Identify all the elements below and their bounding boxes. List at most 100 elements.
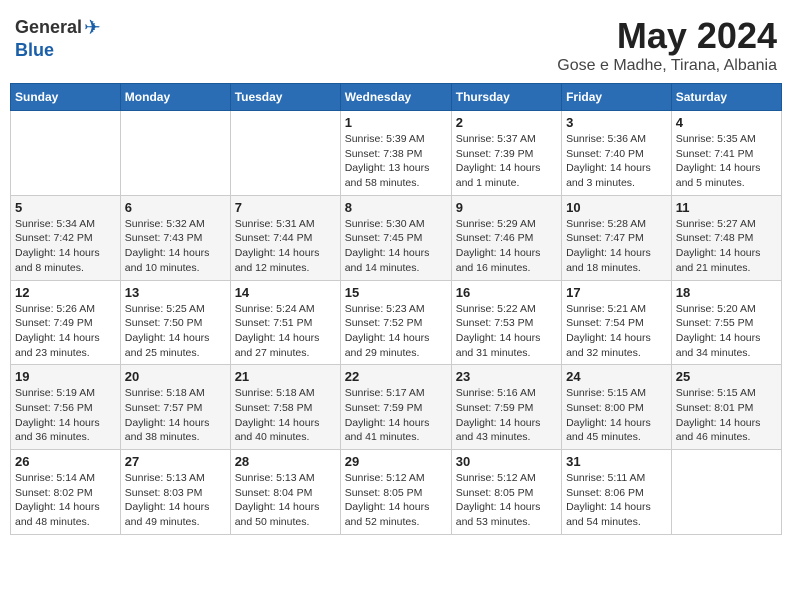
day-number: 16 bbox=[456, 285, 557, 300]
day-info-text: Sunrise: 5:28 AMSunset: 7:47 PMDaylight:… bbox=[566, 217, 667, 276]
day-info-text: Sunrise: 5:25 AMSunset: 7:50 PMDaylight:… bbox=[125, 302, 226, 361]
day-info-text: Sunrise: 5:15 AMSunset: 8:01 PMDaylight:… bbox=[676, 386, 777, 445]
logo-general-text: General bbox=[15, 17, 82, 38]
calendar-week-row: 1 Sunrise: 5:39 AMSunset: 7:38 PMDaylight… bbox=[11, 111, 782, 196]
day-info-text: Sunrise: 5:18 AMSunset: 7:57 PMDaylight:… bbox=[125, 386, 226, 445]
calendar-location: Gose e Madhe, Tirana, Albania bbox=[557, 57, 777, 75]
calendar-cell bbox=[120, 111, 230, 196]
day-number: 31 bbox=[566, 454, 667, 469]
day-info-text: Sunrise: 5:30 AMSunset: 7:45 PMDaylight:… bbox=[345, 217, 447, 276]
day-info-text: Sunrise: 5:11 AMSunset: 8:06 PMDaylight:… bbox=[566, 471, 667, 530]
day-number: 22 bbox=[345, 369, 447, 384]
day-info-text: Sunrise: 5:39 AMSunset: 7:38 PMDaylight:… bbox=[345, 132, 447, 191]
day-number: 12 bbox=[15, 285, 116, 300]
header-row: SundayMondayTuesdayWednesdayThursdayFrid… bbox=[11, 84, 782, 111]
calendar-cell: 30 Sunrise: 5:12 AMSunset: 8:05 PMDayligh… bbox=[451, 450, 561, 535]
calendar-week-row: 19 Sunrise: 5:19 AMSunset: 7:56 PMDayligh… bbox=[11, 365, 782, 450]
calendar-week-row: 5 Sunrise: 5:34 AMSunset: 7:42 PMDaylight… bbox=[11, 195, 782, 280]
day-info-text: Sunrise: 5:19 AMSunset: 7:56 PMDaylight:… bbox=[15, 386, 116, 445]
day-number: 14 bbox=[235, 285, 336, 300]
calendar-cell: 2 Sunrise: 5:37 AMSunset: 7:39 PMDaylight… bbox=[451, 111, 561, 196]
calendar-cell: 20 Sunrise: 5:18 AMSunset: 7:57 PMDayligh… bbox=[120, 365, 230, 450]
day-number: 5 bbox=[15, 200, 116, 215]
day-info-text: Sunrise: 5:13 AMSunset: 8:04 PMDaylight:… bbox=[235, 471, 336, 530]
day-number: 3 bbox=[566, 115, 667, 130]
day-info-text: Sunrise: 5:34 AMSunset: 7:42 PMDaylight:… bbox=[15, 217, 116, 276]
day-number: 27 bbox=[125, 454, 226, 469]
day-number: 11 bbox=[676, 200, 777, 215]
day-info-text: Sunrise: 5:21 AMSunset: 7:54 PMDaylight:… bbox=[566, 302, 667, 361]
day-number: 13 bbox=[125, 285, 226, 300]
calendar-cell: 21 Sunrise: 5:18 AMSunset: 7:58 PMDayligh… bbox=[230, 365, 340, 450]
day-number: 25 bbox=[676, 369, 777, 384]
day-info-text: Sunrise: 5:14 AMSunset: 8:02 PMDaylight:… bbox=[15, 471, 116, 530]
calendar-cell bbox=[11, 111, 121, 196]
calendar-cell: 24 Sunrise: 5:15 AMSunset: 8:00 PMDayligh… bbox=[562, 365, 672, 450]
calendar-cell: 7Sunrise: 5:31 AMSunset: 7:44 PMDaylight… bbox=[230, 195, 340, 280]
day-info-text: Sunrise: 5:20 AMSunset: 7:55 PMDaylight:… bbox=[676, 302, 777, 361]
calendar-title: May 2024 bbox=[557, 15, 777, 57]
day-of-week-header: Saturday bbox=[671, 84, 781, 111]
title-block: May 2024 Gose e Madhe, Tirana, Albania bbox=[557, 15, 777, 75]
calendar-cell: 19 Sunrise: 5:19 AMSunset: 7:56 PMDayligh… bbox=[11, 365, 121, 450]
day-of-week-header: Tuesday bbox=[230, 84, 340, 111]
calendar-cell: 3 Sunrise: 5:36 AMSunset: 7:40 PMDaylight… bbox=[562, 111, 672, 196]
calendar-cell: 16 Sunrise: 5:22 AMSunset: 7:53 PMDayligh… bbox=[451, 280, 561, 365]
calendar-week-row: 12 Sunrise: 5:26 AMSunset: 7:49 PMDayligh… bbox=[11, 280, 782, 365]
day-info-text: Sunrise: 5:15 AMSunset: 8:00 PMDaylight:… bbox=[566, 386, 667, 445]
calendar-cell: 14 Sunrise: 5:24 AMSunset: 7:51 PMDayligh… bbox=[230, 280, 340, 365]
calendar-cell: 4Sunrise: 5:35 AMSunset: 7:41 PMDaylight… bbox=[671, 111, 781, 196]
day-number: 24 bbox=[566, 369, 667, 384]
page-header: General ✈ Blue May 2024 Gose e Madhe, Ti… bbox=[10, 10, 782, 75]
day-number: 6 bbox=[125, 200, 226, 215]
calendar-cell: 1 Sunrise: 5:39 AMSunset: 7:38 PMDaylight… bbox=[340, 111, 451, 196]
day-info-text: Sunrise: 5:17 AMSunset: 7:59 PMDaylight:… bbox=[345, 386, 447, 445]
calendar-cell: 13 Sunrise: 5:25 AMSunset: 7:50 PMDayligh… bbox=[120, 280, 230, 365]
day-number: 1 bbox=[345, 115, 447, 130]
day-info-text: Sunrise: 5:31 AMSunset: 7:44 PMDaylight:… bbox=[235, 217, 336, 276]
calendar-cell bbox=[230, 111, 340, 196]
day-number: 9 bbox=[456, 200, 557, 215]
day-info-text: Sunrise: 5:22 AMSunset: 7:53 PMDaylight:… bbox=[456, 302, 557, 361]
day-info-text: Sunrise: 5:12 AMSunset: 8:05 PMDaylight:… bbox=[456, 471, 557, 530]
calendar-cell: 28Sunrise: 5:13 AMSunset: 8:04 PMDayligh… bbox=[230, 450, 340, 535]
calendar-cell: 22 Sunrise: 5:17 AMSunset: 7:59 PMDayligh… bbox=[340, 365, 451, 450]
day-info-text: Sunrise: 5:12 AMSunset: 8:05 PMDaylight:… bbox=[345, 471, 447, 530]
day-info-text: Sunrise: 5:24 AMSunset: 7:51 PMDaylight:… bbox=[235, 302, 336, 361]
logo: General ✈ Blue bbox=[15, 15, 101, 61]
calendar-cell: 12 Sunrise: 5:26 AMSunset: 7:49 PMDayligh… bbox=[11, 280, 121, 365]
calendar-table: SundayMondayTuesdayWednesdayThursdayFrid… bbox=[10, 83, 782, 535]
day-info-text: Sunrise: 5:26 AMSunset: 7:49 PMDaylight:… bbox=[15, 302, 116, 361]
day-of-week-header: Monday bbox=[120, 84, 230, 111]
calendar-cell: 18Sunrise: 5:20 AMSunset: 7:55 PMDayligh… bbox=[671, 280, 781, 365]
calendar-cell: 9Sunrise: 5:29 AMSunset: 7:46 PMDaylight… bbox=[451, 195, 561, 280]
calendar-cell: 11Sunrise: 5:27 AMSunset: 7:48 PMDayligh… bbox=[671, 195, 781, 280]
day-number: 26 bbox=[15, 454, 116, 469]
day-number: 30 bbox=[456, 454, 557, 469]
day-number: 17 bbox=[566, 285, 667, 300]
calendar-week-row: 26 Sunrise: 5:14 AMSunset: 8:02 PMDayligh… bbox=[11, 450, 782, 535]
day-number: 20 bbox=[125, 369, 226, 384]
day-of-week-header: Friday bbox=[562, 84, 672, 111]
calendar-cell: 23Sunrise: 5:16 AMSunset: 7:59 PMDayligh… bbox=[451, 365, 561, 450]
day-info-text: Sunrise: 5:37 AMSunset: 7:39 PMDaylight:… bbox=[456, 132, 557, 191]
day-info-text: Sunrise: 5:18 AMSunset: 7:58 PMDaylight:… bbox=[235, 386, 336, 445]
day-info-text: Sunrise: 5:36 AMSunset: 7:40 PMDaylight:… bbox=[566, 132, 667, 191]
calendar-cell: 6Sunrise: 5:32 AMSunset: 7:43 PMDaylight… bbox=[120, 195, 230, 280]
calendar-cell: 8 Sunrise: 5:30 AMSunset: 7:45 PMDaylight… bbox=[340, 195, 451, 280]
calendar-cell: 31 Sunrise: 5:11 AMSunset: 8:06 PMDayligh… bbox=[562, 450, 672, 535]
day-number: 21 bbox=[235, 369, 336, 384]
day-of-week-header: Wednesday bbox=[340, 84, 451, 111]
day-number: 8 bbox=[345, 200, 447, 215]
calendar-cell: 26 Sunrise: 5:14 AMSunset: 8:02 PMDayligh… bbox=[11, 450, 121, 535]
day-info-text: Sunrise: 5:35 AMSunset: 7:41 PMDaylight:… bbox=[676, 132, 777, 191]
calendar-cell: 15Sunrise: 5:23 AMSunset: 7:52 PMDayligh… bbox=[340, 280, 451, 365]
calendar-header: SundayMondayTuesdayWednesdayThursdayFrid… bbox=[11, 84, 782, 111]
logo-blue-text: Blue bbox=[15, 40, 54, 60]
day-number: 2 bbox=[456, 115, 557, 130]
day-number: 15 bbox=[345, 285, 447, 300]
day-number: 19 bbox=[15, 369, 116, 384]
calendar-cell: 25 Sunrise: 5:15 AMSunset: 8:01 PMDayligh… bbox=[671, 365, 781, 450]
calendar-cell: 27Sunrise: 5:13 AMSunset: 8:03 PMDayligh… bbox=[120, 450, 230, 535]
logo-bird-icon: ✈ bbox=[84, 15, 101, 40]
